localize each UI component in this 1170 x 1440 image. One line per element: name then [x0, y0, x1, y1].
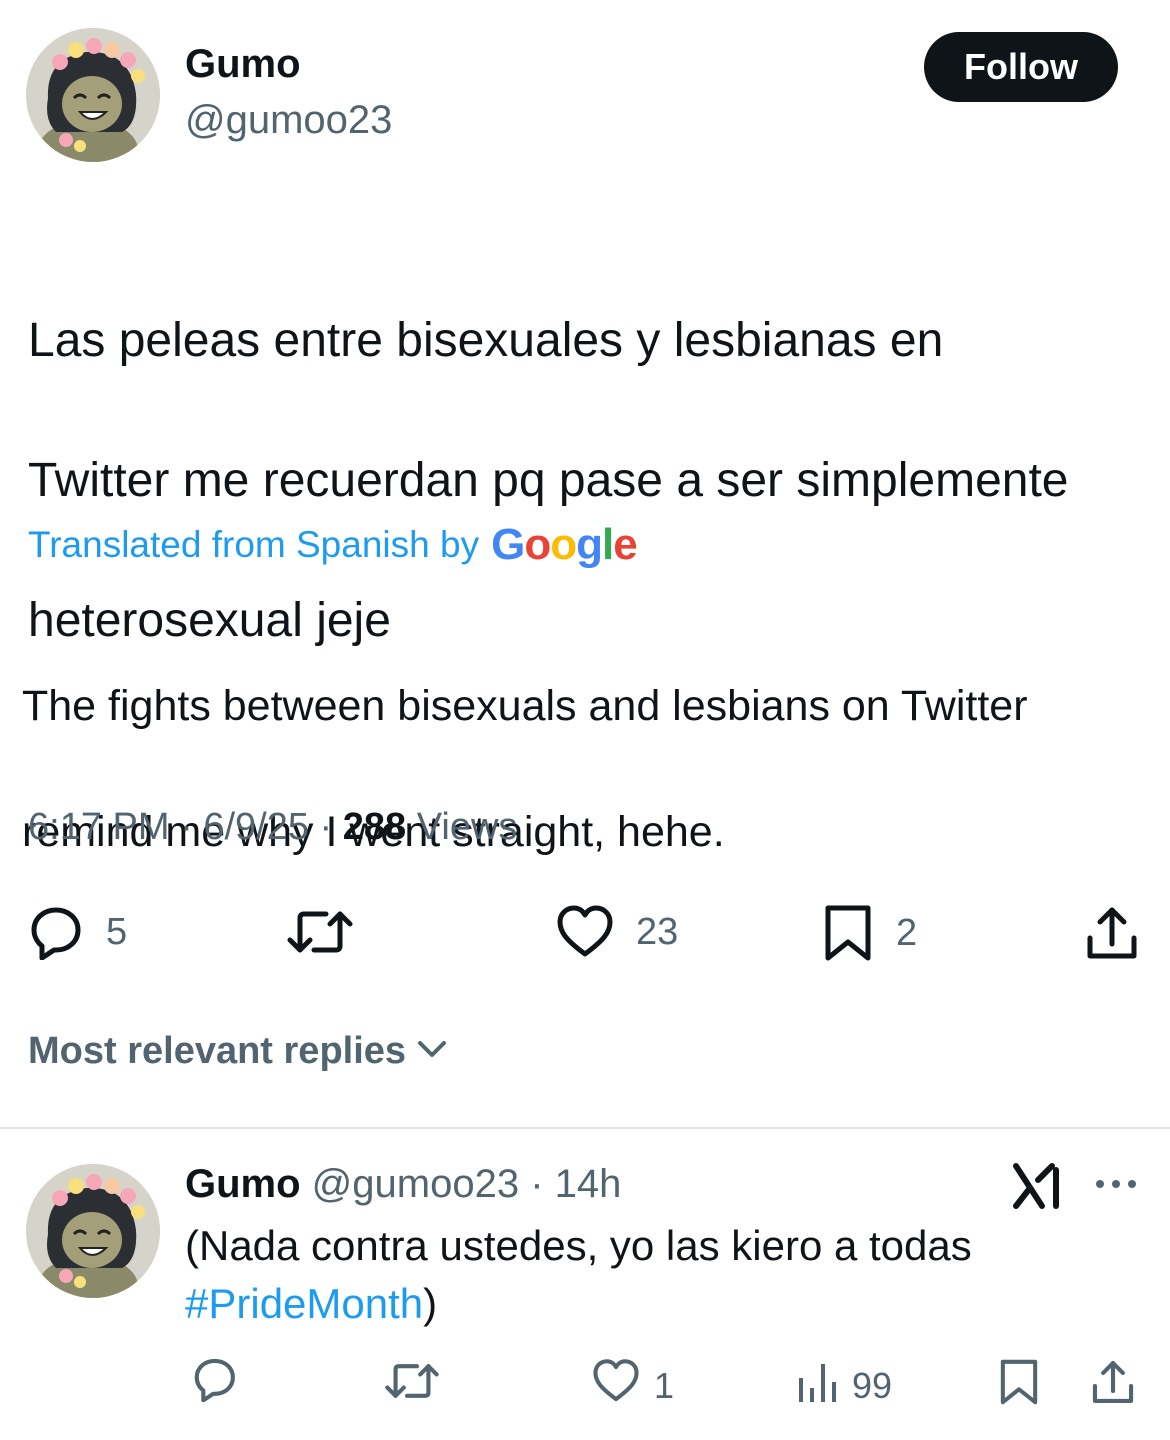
reply-share-button[interactable]	[1090, 1358, 1136, 1415]
translated-text-line: The fights between bisexuals and lesbian…	[22, 682, 1028, 730]
heart-icon	[592, 1358, 640, 1413]
divider	[0, 1127, 1170, 1129]
reply-author-name[interactable]: Gumo	[185, 1162, 301, 1206]
tweet-time[interactable]: 6:17 PM	[28, 806, 170, 848]
replies-sort-selector[interactable]: Most relevant replies	[28, 1030, 450, 1073]
more-icon[interactable]	[1094, 1176, 1138, 1197]
like-button[interactable]: 23	[556, 904, 678, 960]
views-label: Views	[416, 806, 518, 848]
reply-bookmark-button[interactable]	[998, 1358, 1040, 1415]
reply-text-end: )	[423, 1280, 438, 1327]
reply-author-avatar[interactable]	[26, 1164, 160, 1298]
share-icon	[1090, 1358, 1136, 1415]
like-count: 23	[636, 910, 679, 953]
share-icon	[1084, 904, 1140, 962]
tweet-meta: 6:17 PM · 6/9/25 · 288 Views	[28, 806, 517, 849]
grok-icon[interactable]	[1012, 1162, 1064, 1215]
follow-button[interactable]: Follow	[924, 32, 1118, 102]
reply-views-count: 99	[852, 1364, 893, 1406]
author-avatar[interactable]	[26, 28, 160, 162]
author-handle[interactable]: @gumoo23	[185, 98, 392, 143]
translated-text: The fights between bisexuals and lesbian…	[22, 612, 1142, 927]
share-button[interactable]	[1084, 904, 1140, 962]
bookmark-count: 2	[896, 911, 918, 954]
meta-separator: ·	[180, 806, 204, 848]
reply-like-button[interactable]: 1	[592, 1358, 674, 1413]
translation-attribution[interactable]: Translated from Spanish by Google	[28, 520, 638, 570]
views-count: 288	[342, 806, 407, 848]
reply-views-button[interactable]: 99	[796, 1358, 892, 1413]
author-name[interactable]: Gumo	[185, 42, 301, 87]
bookmark-icon	[998, 1358, 1040, 1415]
bookmark-icon	[822, 904, 874, 962]
views-icon	[796, 1358, 838, 1413]
google-logo: Google	[491, 520, 638, 569]
reply-like-count: 1	[654, 1364, 675, 1406]
reply-icon	[26, 904, 84, 960]
chevron-down-icon	[414, 1030, 450, 1073]
translated-label: Translated from Spanish by	[28, 524, 480, 565]
reply-time[interactable]: 14h	[555, 1162, 622, 1206]
reply-text: (Nada contra ustedes, yo las kiero a tod…	[185, 1217, 1085, 1333]
heart-icon	[556, 904, 614, 960]
sort-label: Most relevant replies	[28, 1030, 407, 1072]
meta-separator: ·	[519, 1162, 555, 1206]
reply-icon	[190, 1356, 238, 1411]
retweet-button[interactable]	[286, 904, 354, 960]
reply-text-main: (Nada contra ustedes, yo las kiero a tod…	[185, 1222, 972, 1269]
retweet-icon	[286, 904, 354, 960]
reply-reply-button[interactable]	[190, 1356, 238, 1411]
reply-button[interactable]: 5	[26, 904, 127, 960]
tweet-date[interactable]: 6/9/25	[203, 806, 309, 848]
tweet-text-line: Twitter me recuerdan pq pase a ser simpl…	[28, 454, 1069, 507]
meta-separator: ·	[319, 806, 343, 848]
hashtag-link[interactable]: #PrideMonth	[185, 1280, 423, 1327]
retweet-icon	[384, 1358, 440, 1413]
reply-retweet-button[interactable]	[384, 1358, 440, 1413]
reply-count: 5	[106, 910, 128, 953]
tweet-text-line: Las peleas entre bisexuales y lesbianas …	[28, 314, 944, 367]
bookmark-button[interactable]: 2	[822, 904, 917, 962]
reply-author-handle[interactable]: @gumoo23	[312, 1162, 519, 1206]
reply-header: Gumo @gumoo23 · 14h	[185, 1162, 621, 1207]
